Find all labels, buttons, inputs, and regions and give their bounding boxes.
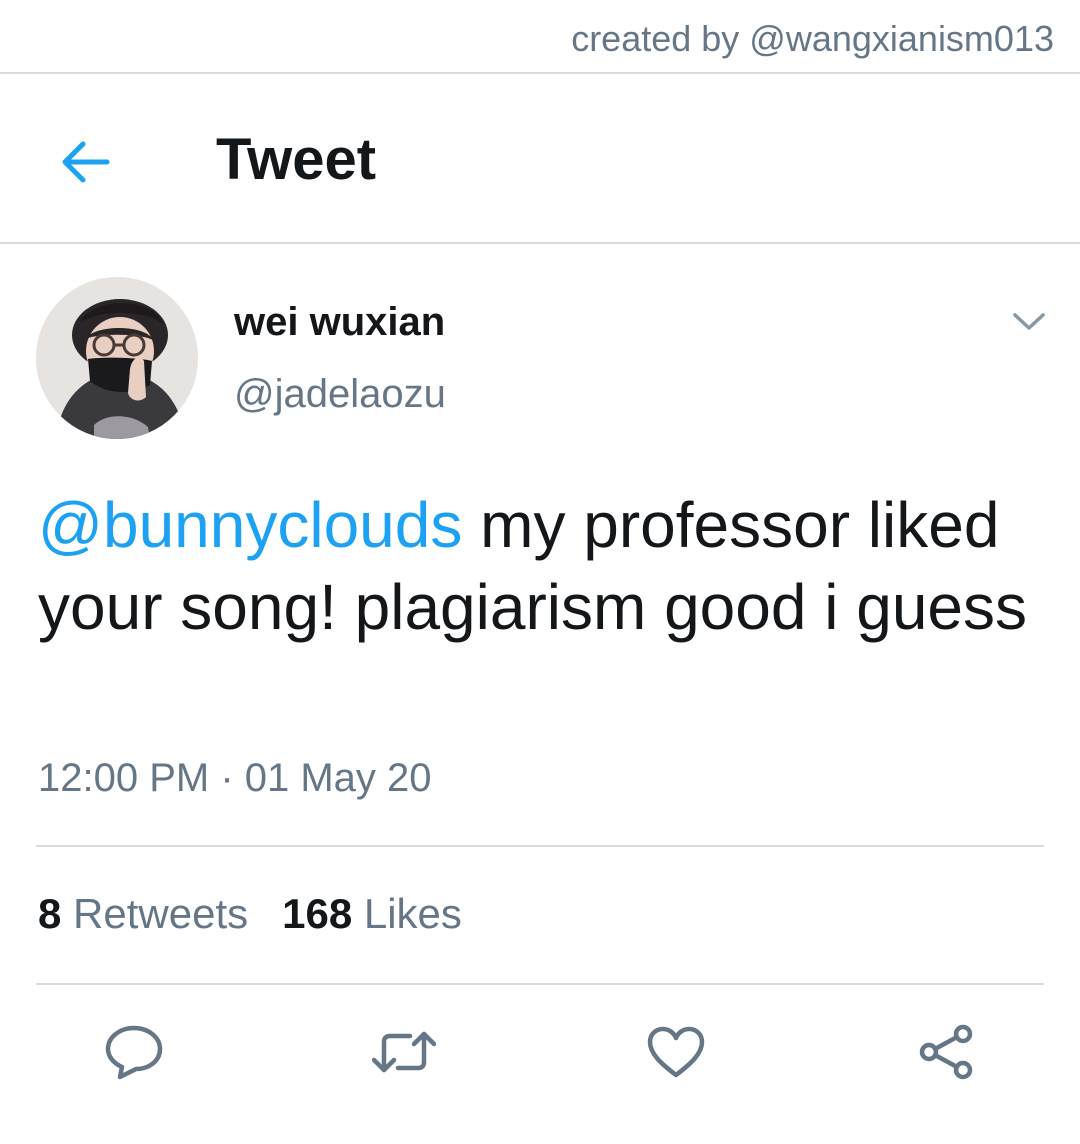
retweet-count: 8	[38, 890, 62, 937]
heart-icon	[647, 1026, 705, 1078]
author-name[interactable]: wei wuxian	[234, 300, 445, 345]
reply-icon	[105, 1025, 163, 1080]
divider	[36, 983, 1044, 985]
share-icon	[919, 1024, 973, 1080]
engagement-stats: 8 Retweets 168 Likes	[38, 890, 462, 938]
retweets-stat[interactable]: 8 Retweets	[38, 890, 248, 937]
likes-stat[interactable]: 168 Likes	[282, 890, 462, 937]
divider	[0, 72, 1080, 74]
page-title: Tweet	[216, 127, 377, 192]
back-button[interactable]	[52, 134, 116, 190]
mention-link[interactable]: @bunnyclouds	[38, 489, 462, 561]
watermark-credit: created by @wangxianism013	[571, 18, 1054, 59]
retweet-button[interactable]	[372, 1020, 436, 1084]
divider	[36, 845, 1044, 847]
retweets-label: Retweets	[73, 890, 249, 937]
tweet-timestamp: 12:00 PM · 01 May 20	[38, 756, 432, 800]
retweet-icon	[372, 1031, 436, 1073]
chevron-down-icon	[1013, 313, 1045, 330]
likes-label: Likes	[363, 890, 462, 937]
like-button[interactable]	[644, 1020, 708, 1084]
arrow-left-icon	[62, 141, 110, 183]
author-handle[interactable]: @jadelaozu	[234, 372, 446, 417]
reply-button[interactable]	[102, 1020, 166, 1084]
share-button[interactable]	[914, 1020, 978, 1084]
tweet-text: @bunnyclouds my professor liked your son…	[38, 484, 1048, 648]
avatar-photo	[36, 277, 198, 439]
more-options-button[interactable]	[1006, 304, 1052, 340]
like-count: 168	[282, 890, 353, 937]
avatar[interactable]	[36, 277, 198, 439]
divider	[0, 242, 1080, 244]
